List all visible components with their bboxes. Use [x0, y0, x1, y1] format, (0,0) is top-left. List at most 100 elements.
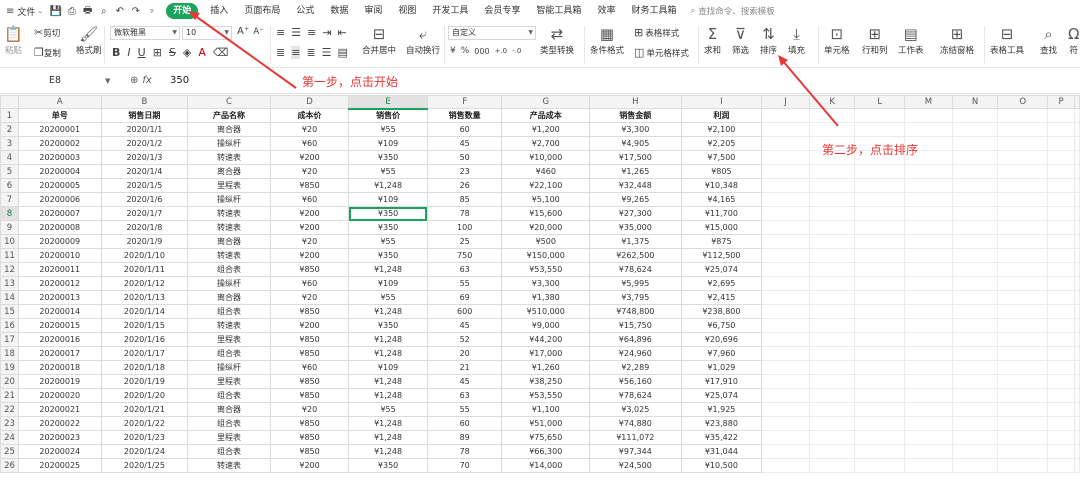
- cell-B14[interactable]: 2020/1/13: [100, 290, 189, 305]
- empty-cell[interactable]: [951, 206, 999, 221]
- save-icon[interactable]: 💾: [49, 5, 62, 18]
- cell-G10[interactable]: ¥500: [501, 234, 591, 249]
- currency-icon[interactable]: ¥: [450, 46, 456, 56]
- empty-cell[interactable]: [808, 206, 856, 221]
- cell-F13[interactable]: 55: [426, 276, 503, 291]
- cell-A18[interactable]: 20200017: [17, 346, 102, 361]
- column-header-I[interactable]: I: [680, 95, 763, 109]
- empty-cell[interactable]: [951, 276, 999, 291]
- cell-B9[interactable]: 2020/1/8: [100, 220, 189, 235]
- cell-C26[interactable]: 转速表: [187, 458, 271, 473]
- cell-G20[interactable]: ¥38,250: [501, 374, 591, 389]
- cell-E6[interactable]: ¥1,248: [348, 178, 428, 193]
- cell-C4[interactable]: 转速表: [187, 150, 271, 165]
- empty-cell[interactable]: [997, 178, 1049, 193]
- select-all-corner[interactable]: [0, 95, 19, 109]
- cell-G24[interactable]: ¥75,650: [501, 430, 591, 445]
- empty-cell[interactable]: [1074, 458, 1080, 473]
- cell-I24[interactable]: ¥35,422: [680, 430, 763, 445]
- empty-cell[interactable]: [761, 248, 810, 263]
- empty-cell[interactable]: [854, 164, 906, 179]
- empty-cell[interactable]: [951, 122, 999, 137]
- cell-F4[interactable]: 50: [426, 150, 503, 165]
- cell-C15[interactable]: 组合表: [187, 304, 271, 319]
- empty-cell[interactable]: [997, 262, 1049, 277]
- cell-C23[interactable]: 组合表: [187, 416, 271, 431]
- cell-A26[interactable]: 20200025: [17, 458, 102, 473]
- cell-H26[interactable]: ¥24,500: [589, 458, 682, 473]
- cell-A24[interactable]: 20200023: [17, 430, 102, 445]
- empty-cell[interactable]: [951, 318, 999, 333]
- empty-cell[interactable]: [808, 416, 856, 431]
- cell-F17[interactable]: 52: [426, 332, 503, 347]
- empty-cell[interactable]: [904, 108, 953, 123]
- empty-cell[interactable]: [808, 290, 856, 305]
- empty-cell[interactable]: [951, 430, 999, 445]
- empty-cell[interactable]: [808, 332, 856, 347]
- empty-cell[interactable]: [854, 416, 906, 431]
- cell-E4[interactable]: ¥350: [348, 150, 428, 165]
- column-header-B[interactable]: B: [100, 95, 189, 109]
- empty-cell[interactable]: [761, 444, 810, 459]
- strikethrough-icon[interactable]: S: [169, 46, 176, 59]
- cell-G19[interactable]: ¥1,260: [501, 360, 591, 375]
- cell-B7[interactable]: 2020/1/6: [100, 192, 189, 207]
- cell-B26[interactable]: 2020/1/25: [100, 458, 189, 473]
- cell-A9[interactable]: 20200008: [17, 220, 102, 235]
- row-header-21[interactable]: 21: [0, 388, 19, 403]
- underline-icon[interactable]: U: [138, 46, 146, 59]
- empty-cell[interactable]: [761, 416, 810, 431]
- tab-smart-tools[interactable]: 智能工具箱: [528, 3, 589, 19]
- cell-A6[interactable]: 20200005: [17, 178, 102, 193]
- cell-I13[interactable]: ¥2,695: [680, 276, 763, 291]
- empty-cell[interactable]: [1074, 374, 1080, 389]
- column-header-M[interactable]: M: [904, 95, 953, 109]
- cell-G22[interactable]: ¥1,100: [501, 402, 591, 417]
- bold-icon[interactable]: B: [112, 46, 120, 59]
- cell-E9[interactable]: ¥350: [348, 220, 428, 235]
- tab-home[interactable]: 开始: [166, 3, 199, 19]
- cell-C25[interactable]: 组合表: [187, 444, 271, 459]
- empty-cell[interactable]: [854, 220, 906, 235]
- empty-cell[interactable]: [1047, 374, 1075, 389]
- symbol-button[interactable]: Ω 符: [1068, 24, 1079, 56]
- cell-D12[interactable]: ¥850: [269, 262, 350, 277]
- cell-A17[interactable]: 20200016: [17, 332, 102, 347]
- cell-A21[interactable]: 20200020: [17, 388, 102, 403]
- cell-H9[interactable]: ¥35,000: [589, 220, 682, 235]
- cell-D22[interactable]: ¥20: [269, 402, 350, 417]
- cell-B4[interactable]: 2020/1/3: [100, 150, 189, 165]
- empty-cell[interactable]: [1074, 332, 1080, 347]
- cell-E1[interactable]: 销售价: [348, 108, 428, 123]
- cell-F8[interactable]: 78: [426, 206, 503, 221]
- print-icon[interactable]: 🖶: [81, 5, 94, 18]
- column-header-O[interactable]: O: [997, 95, 1049, 109]
- empty-cell[interactable]: [997, 150, 1049, 165]
- cell-B20[interactable]: 2020/1/19: [100, 374, 189, 389]
- empty-cell[interactable]: [997, 164, 1049, 179]
- cell-E2[interactable]: ¥55: [348, 122, 428, 137]
- cell-F16[interactable]: 45: [426, 318, 503, 333]
- empty-cell[interactable]: [854, 122, 906, 137]
- empty-cell[interactable]: [854, 444, 906, 459]
- cell-H24[interactable]: ¥111,072: [589, 430, 682, 445]
- worksheet-button[interactable]: ▤ 工作表: [898, 24, 924, 56]
- tab-data[interactable]: 数据: [322, 3, 356, 19]
- empty-cell[interactable]: [997, 388, 1049, 403]
- number-format-select[interactable]: 自定义 ▼: [448, 26, 536, 40]
- empty-cell[interactable]: [904, 234, 953, 249]
- empty-cell[interactable]: [761, 136, 810, 151]
- empty-cell[interactable]: [997, 108, 1049, 123]
- cell-H23[interactable]: ¥74,880: [589, 416, 682, 431]
- empty-cell[interactable]: [1074, 416, 1080, 431]
- align-middle-icon[interactable]: ☰: [291, 26, 301, 39]
- row-header-17[interactable]: 17: [0, 332, 19, 347]
- empty-cell[interactable]: [761, 318, 810, 333]
- file-menu[interactable]: ≡ 文件 ⌄: [6, 5, 43, 18]
- cell-F25[interactable]: 78: [426, 444, 503, 459]
- empty-cell[interactable]: [761, 108, 810, 123]
- empty-cell[interactable]: [904, 192, 953, 207]
- empty-cell[interactable]: [904, 122, 953, 137]
- cell-D17[interactable]: ¥850: [269, 332, 350, 347]
- cell-I17[interactable]: ¥20,696: [680, 332, 763, 347]
